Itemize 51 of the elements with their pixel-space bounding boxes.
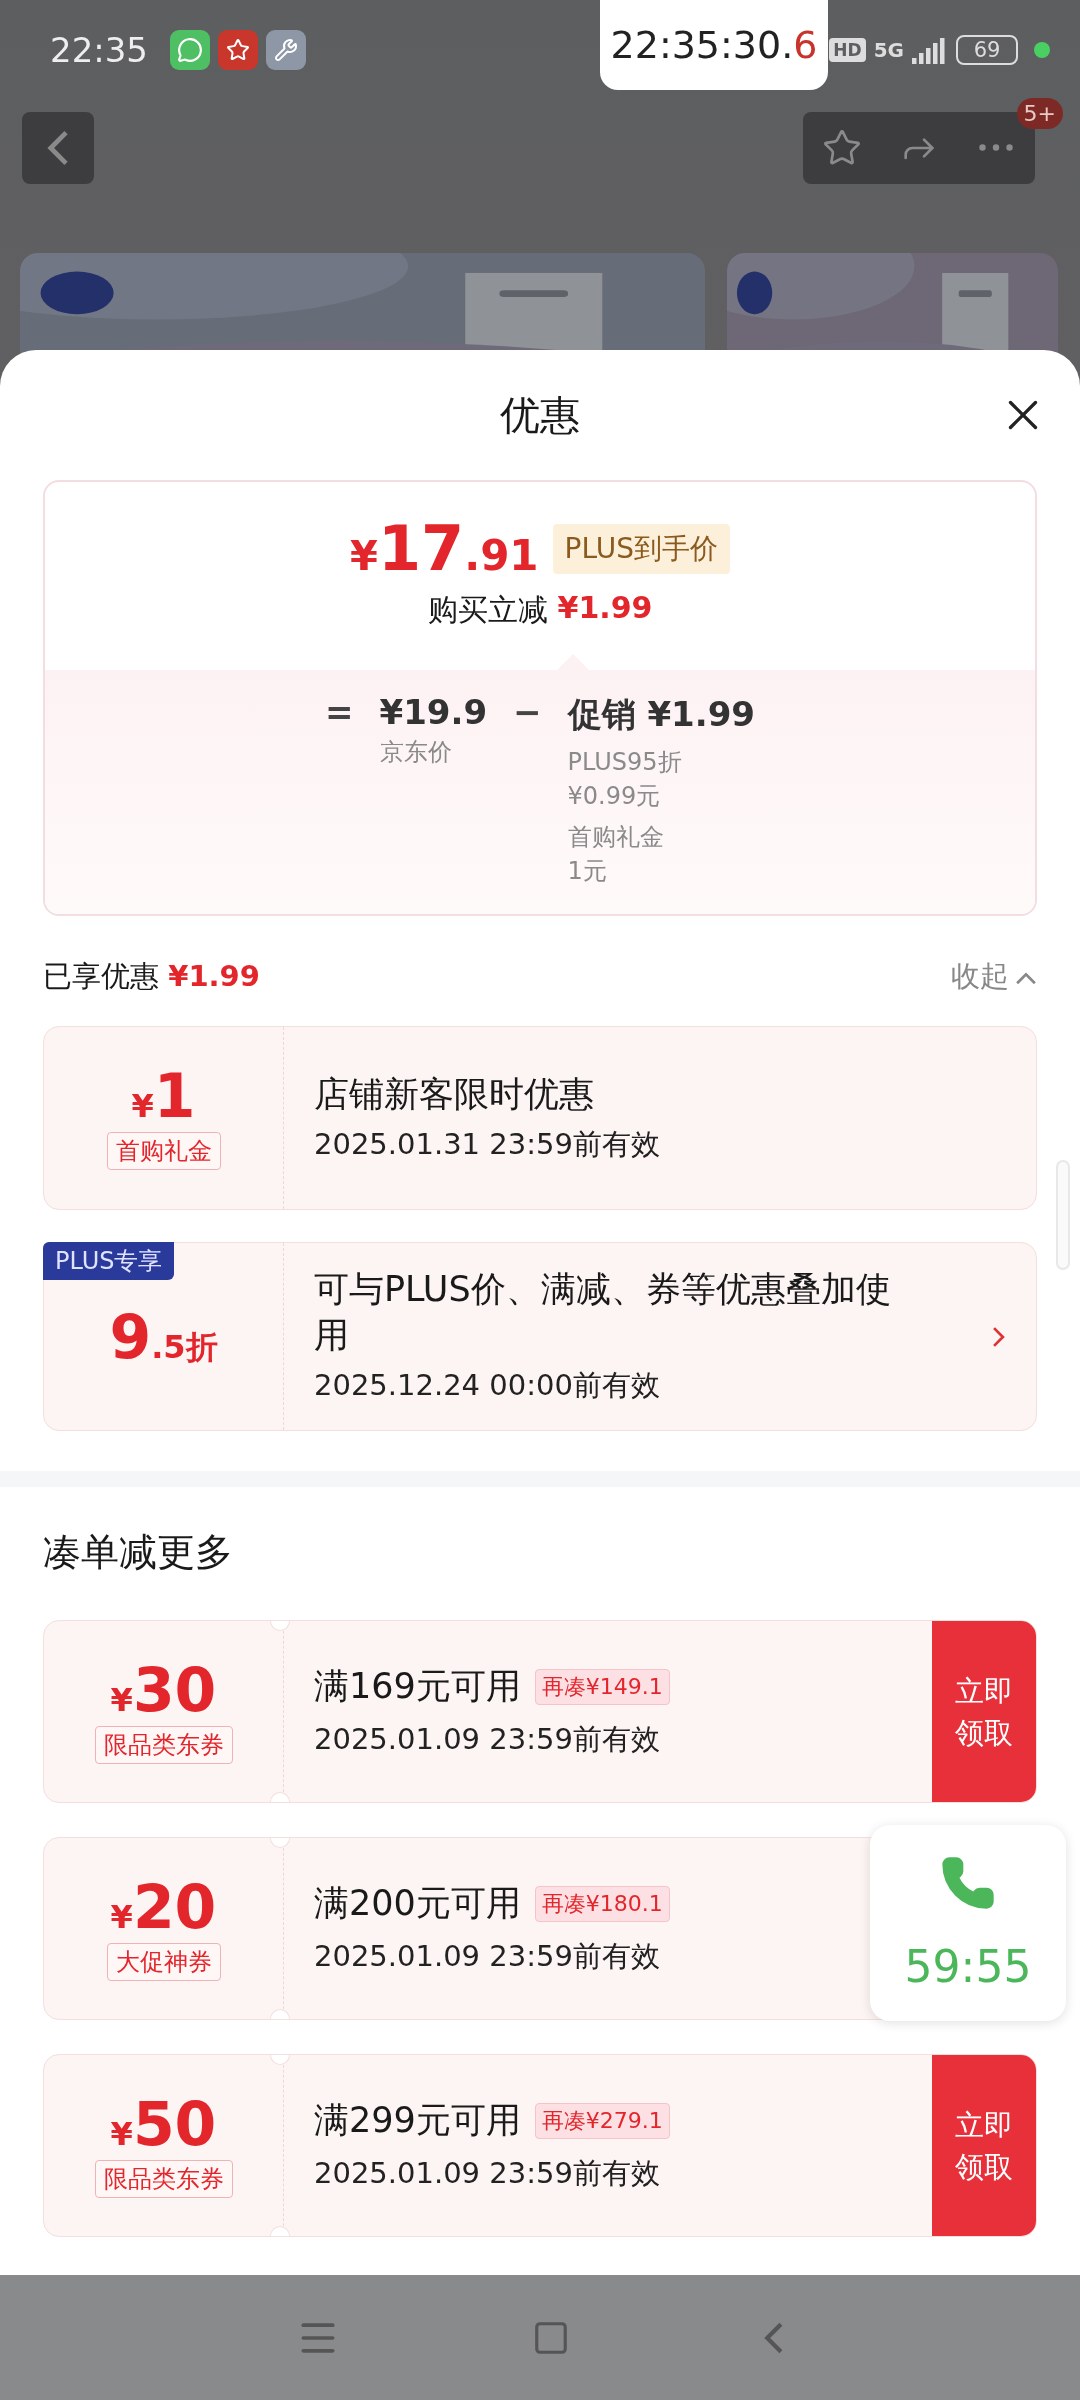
call-widget[interactable]: 59:55	[870, 1825, 1066, 2021]
call-timer: 59:55	[904, 1940, 1032, 1992]
coupon-tag: 限品类东券	[94, 2159, 233, 2198]
equals-sign: =	[325, 692, 354, 734]
base-price: ¥19.9	[379, 692, 488, 732]
discount-tag: 首购礼金	[106, 1132, 221, 1171]
gap-amount: 再凑¥149.1	[534, 1668, 670, 1705]
hd-indicator: HD	[829, 38, 866, 62]
promo-amount: ¥0.99元	[567, 780, 662, 812]
coupon-condition: 满200元可用	[314, 1882, 521, 1926]
sheet-title: 优惠	[500, 390, 580, 440]
coupon-amount: ¥20	[110, 1876, 217, 1937]
promo-name: PLUS95折	[567, 747, 683, 778]
claim-button[interactable]: 立即领取	[932, 2055, 1036, 2237]
validity-date: 2025.01.31 23:59前有效	[314, 1126, 660, 1164]
discount-title: 店铺新客限时优惠	[314, 1072, 595, 1116]
reduce-amount: ¥1.99	[557, 590, 653, 627]
reduce-label: 购买立减	[427, 591, 548, 629]
notification-badge: 5+	[1016, 97, 1063, 129]
price-tag: PLUS到手价	[552, 524, 730, 574]
promo-total: 促销 ¥1.99	[567, 693, 755, 736]
coupon-amount: ¥30	[110, 1659, 217, 1720]
validity-date: 2025.01.09 23:59前有效	[314, 2154, 660, 2192]
discount-rate: 9.5折	[109, 1306, 218, 1367]
coupon-condition: 满169元可用	[314, 1665, 521, 1709]
status-time: 22:35	[50, 30, 148, 70]
discount-amount: ¥1	[131, 1066, 196, 1127]
coupon-tag: 限品类东券	[94, 1725, 233, 1764]
gap-amount: 再凑¥279.1	[534, 2102, 670, 2139]
minus-sign: −	[513, 692, 542, 734]
coupon-condition: 满299元可用	[314, 2099, 521, 2143]
promo-name: 首购礼金	[567, 822, 665, 854]
validity-date: 2025.01.09 23:59前有效	[314, 1720, 660, 1758]
plus-badge: PLUS专享	[43, 1242, 175, 1281]
discount-title: 可与PLUS价、满减、券等优惠叠加使用	[314, 1268, 892, 1357]
final-price: ¥17.91	[350, 518, 539, 580]
collapse-toggle[interactable]: 收起	[951, 957, 1037, 998]
applied-label: 已享优惠	[43, 959, 160, 994]
gap-amount: 再凑¥180.1	[534, 1885, 670, 1922]
claim-button[interactable]: 立即领取	[932, 1621, 1036, 1803]
section-title: 凑单减更多	[42, 1529, 234, 1577]
clock-overlay: 22:35:30.6	[600, 0, 828, 90]
network-type: 5G	[873, 38, 904, 62]
coupon-tag: 大促神券	[106, 1942, 221, 1981]
validity-date: 2025.01.09 23:59前有效	[314, 1937, 660, 1975]
base-price-label: 京东价	[379, 737, 453, 768]
coupon-amount: ¥50	[110, 2093, 217, 2154]
validity-date: 2025.12.24 00:00前有效	[314, 1367, 660, 1405]
promo-amount: 1元	[567, 855, 608, 887]
applied-amount: ¥1.99	[168, 959, 260, 994]
battery-indicator: 69	[956, 35, 1018, 65]
